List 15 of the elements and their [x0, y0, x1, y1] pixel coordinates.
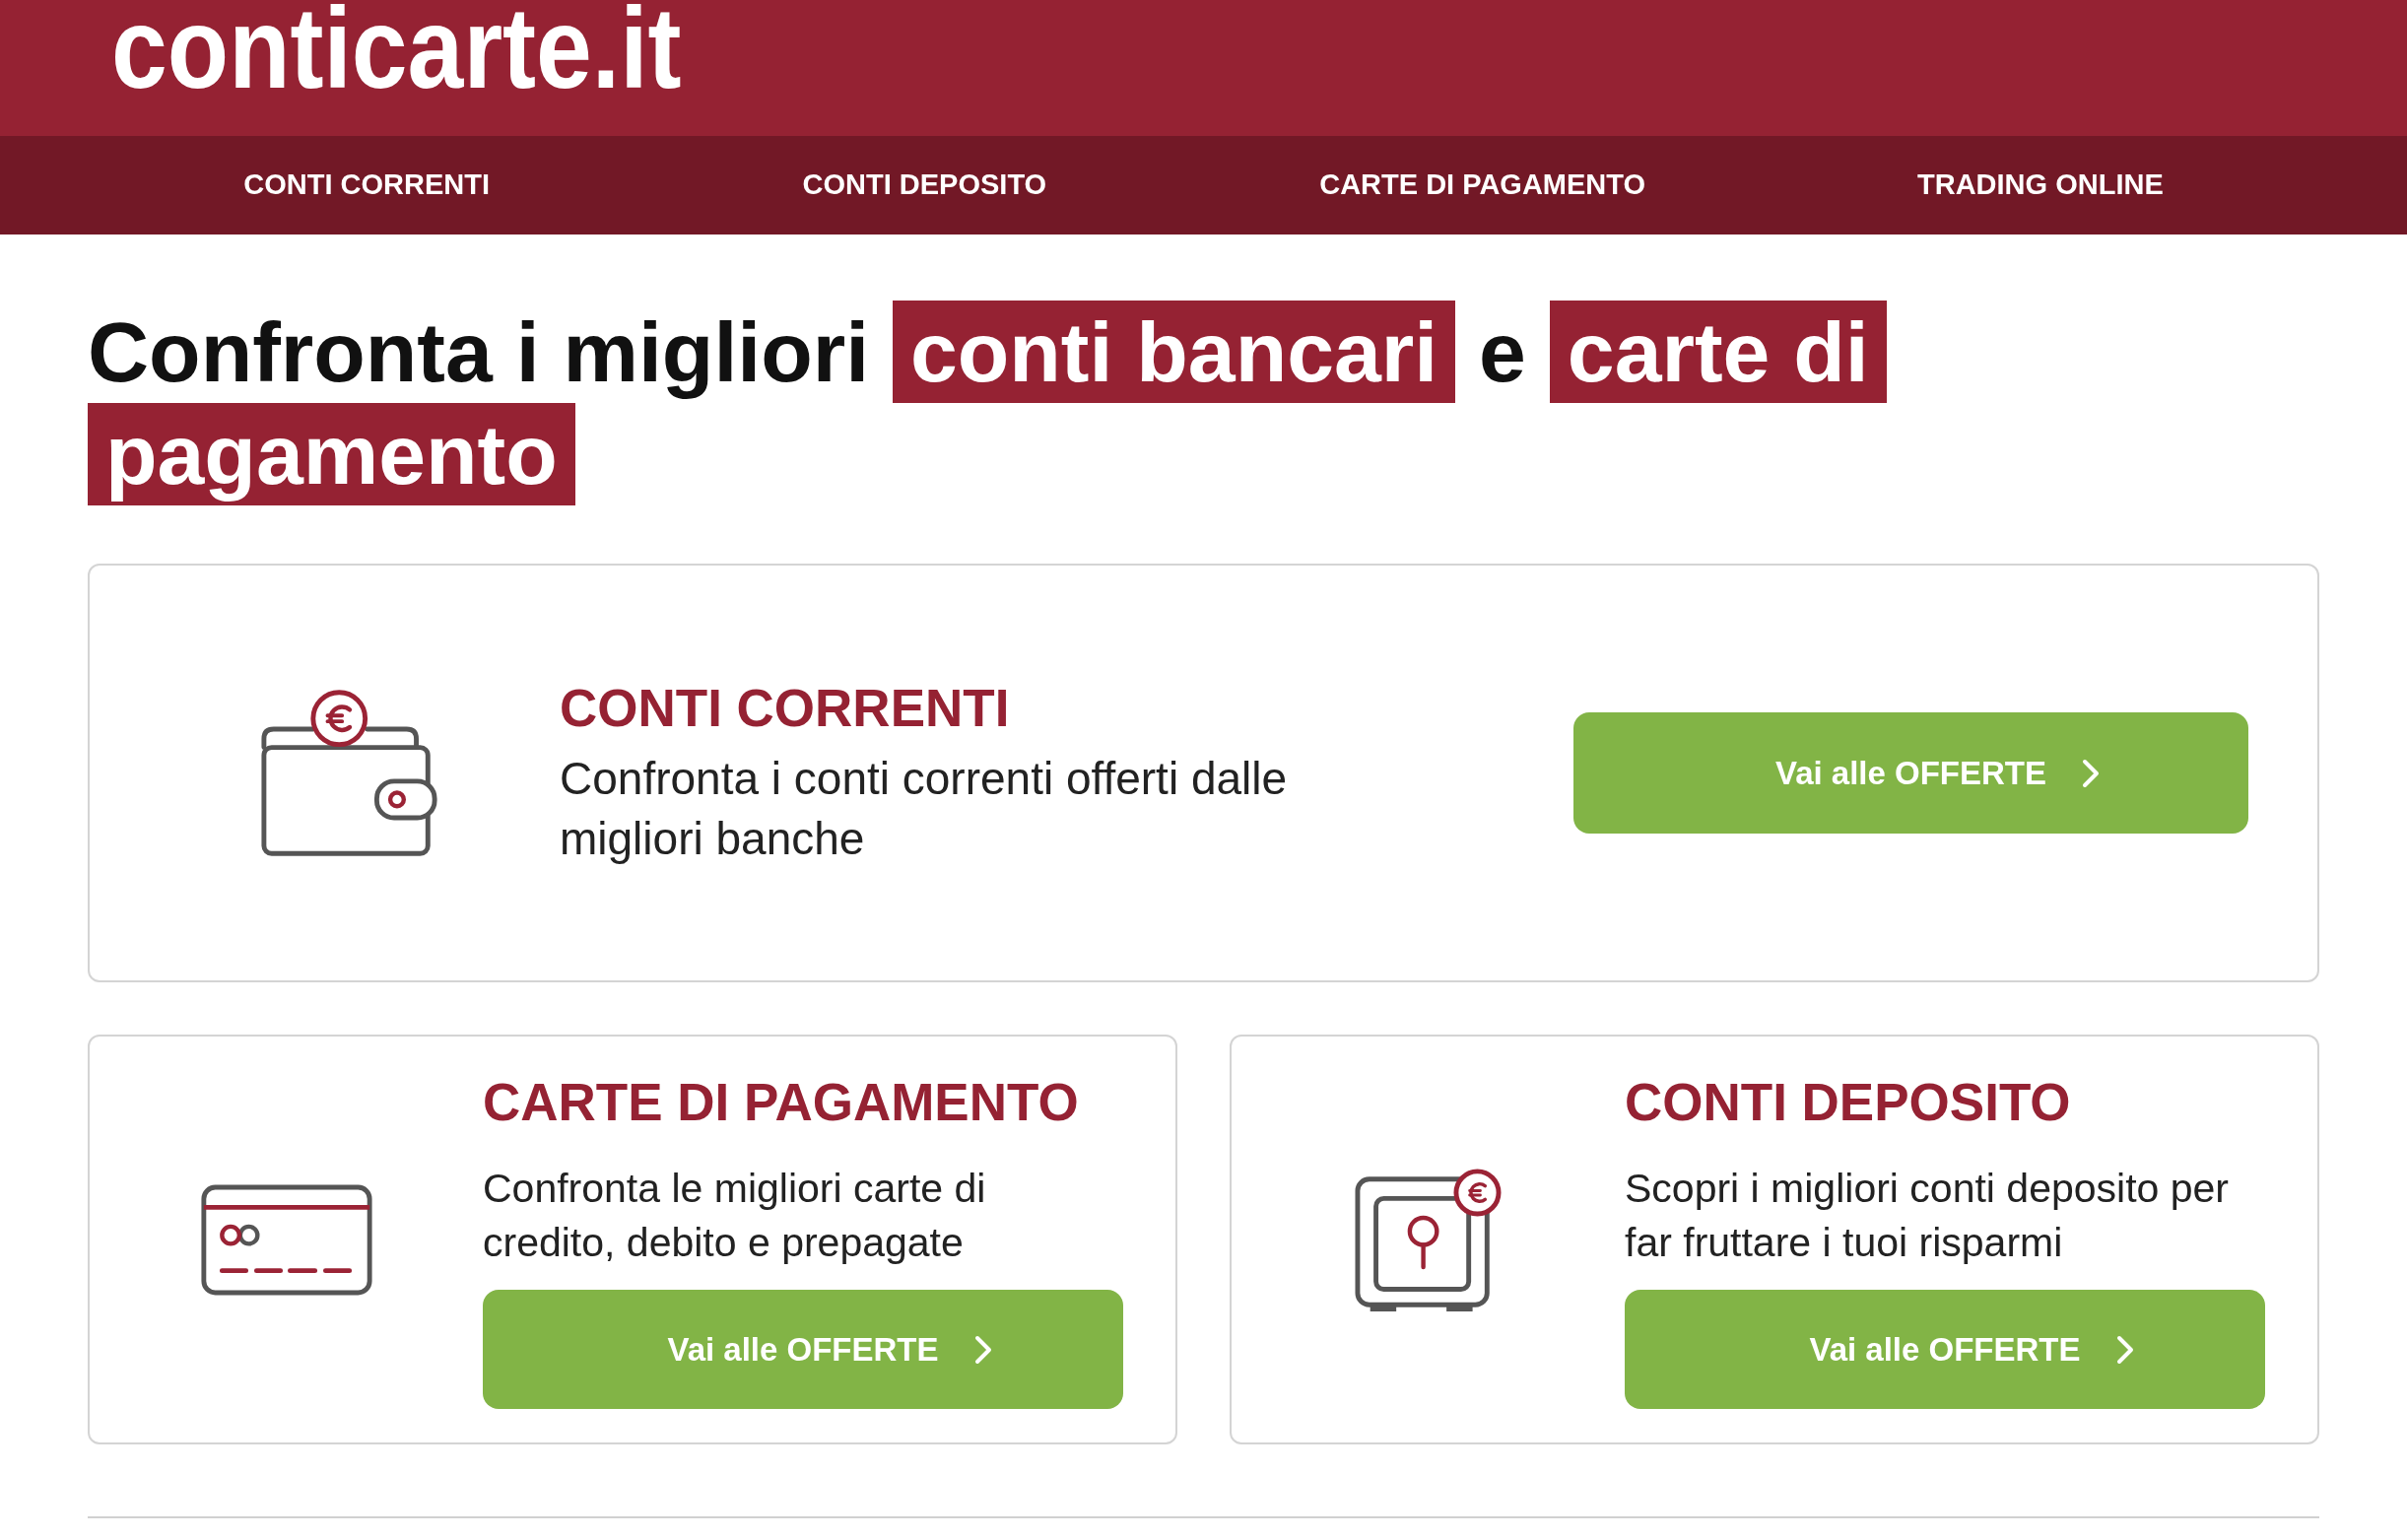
- card-title: CONTI CORRENTI: [560, 677, 1011, 739]
- chevron-right-icon: [2114, 1333, 2135, 1366]
- chevron-right-icon: [2081, 757, 2102, 789]
- card-description: Scopri i migliori conti deposito per far fruttare i tuoi risparmi: [1625, 1164, 2230, 1267]
- nav-link[interactable]: CONTI DEPOSITO: [802, 164, 1047, 207]
- nav-link[interactable]: CARTE DI PAGAMENTO: [1319, 164, 1646, 207]
- card-description: Confronta le migliori carte di credito, debito e prepagate: [483, 1164, 987, 1267]
- card-description: Confronta i conti correnti offerti dalle migliori banche: [560, 752, 1289, 867]
- safe-with-euro-coin-icon: [1353, 1166, 1504, 1313]
- site-logo[interactable]: conticarte.it: [111, 3, 682, 95]
- card-title: CONTI DEPOSITO: [1625, 1072, 2072, 1133]
- card-title: CARTE DI PAGAMENTO: [483, 1072, 1080, 1133]
- nav-link[interactable]: CONTI CORRENTI: [243, 164, 490, 207]
- chevron-right-icon: [972, 1333, 993, 1366]
- nav-link[interactable]: TRADING ONLINE: [1917, 164, 2164, 207]
